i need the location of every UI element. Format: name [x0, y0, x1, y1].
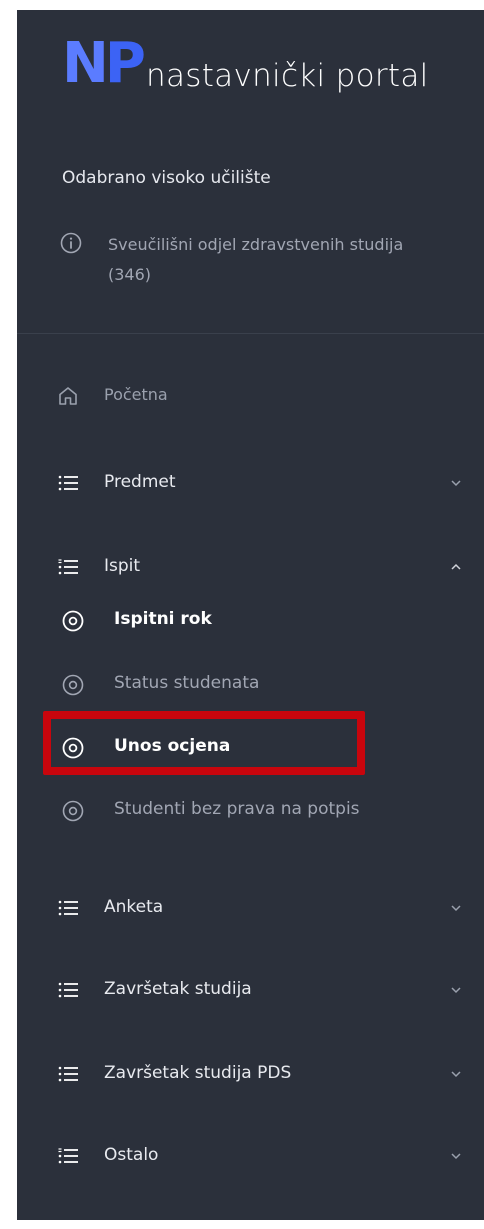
sub-item-studenti-bez-prava-label: Studenti bez prava na potpis: [114, 799, 360, 819]
nav-item-ostalo[interactable]: Ostalo: [17, 1136, 484, 1176]
radio-icon: [62, 800, 84, 822]
nav-item-home-label: Početna: [104, 385, 168, 404]
chevron-down-icon: [451, 905, 461, 912]
sub-item-ispitni-rok[interactable]: Ispitni rok: [17, 600, 484, 640]
nav-item-ispit[interactable]: Ispit: [17, 547, 484, 587]
radio-icon: [62, 674, 84, 696]
logo-text: nastavnički portal: [146, 58, 429, 94]
chevron-down-icon: [451, 1071, 461, 1078]
divider: [17, 333, 484, 334]
radio-icon: [62, 610, 84, 632]
list-icon: [58, 1148, 78, 1164]
list-icon: [58, 475, 78, 491]
sub-item-status-studenata[interactable]: Status studenata: [17, 664, 484, 704]
institution-name: Sveučilišni odjel zdravstvenih studija (…: [108, 235, 404, 284]
nav-item-zavrsetak-studija-pds-label: Završetak studija PDS: [104, 1063, 292, 1083]
chevron-down-icon: [451, 1153, 461, 1160]
nav-item-ispit-label: Ispit: [104, 556, 141, 576]
list-icon: [58, 900, 78, 916]
home-icon: [59, 387, 77, 405]
logo-mark: NP: [62, 31, 146, 96]
sub-item-ispitni-rok-label: Ispitni rok: [114, 609, 212, 629]
nav-item-predmet[interactable]: Predmet: [17, 463, 484, 503]
institution-label: Odabrano visoko učilište: [62, 168, 271, 188]
sub-item-status-studenata-label: Status studenata: [114, 673, 260, 693]
nav-item-zavrsetak-studija-pds[interactable]: Završetak studija PDS: [17, 1054, 484, 1094]
highlight-box: [43, 711, 365, 775]
chevron-down-icon: [451, 480, 461, 487]
list-icon: [58, 982, 78, 998]
info-icon: [60, 232, 82, 254]
nav-item-anketa-label: Anketa: [104, 897, 164, 917]
chevron-up-icon: [451, 563, 461, 570]
sub-item-studenti-bez-prava[interactable]: Studenti bez prava na potpis: [17, 790, 484, 830]
nav-item-predmet-label: Predmet: [104, 472, 176, 492]
nav-item-anketa[interactable]: Anketa: [17, 888, 484, 928]
nav-item-zavrsetak-studija-label: Završetak studija: [104, 979, 252, 999]
nav-item-ostalo-label: Ostalo: [104, 1145, 159, 1165]
list-icon: [58, 559, 78, 575]
chevron-down-icon: [451, 987, 461, 994]
list-icon: [58, 1066, 78, 1082]
nav-item-zavrsetak-studija[interactable]: Završetak studija: [17, 970, 484, 1010]
nav-item-home[interactable]: Početna: [17, 376, 484, 416]
